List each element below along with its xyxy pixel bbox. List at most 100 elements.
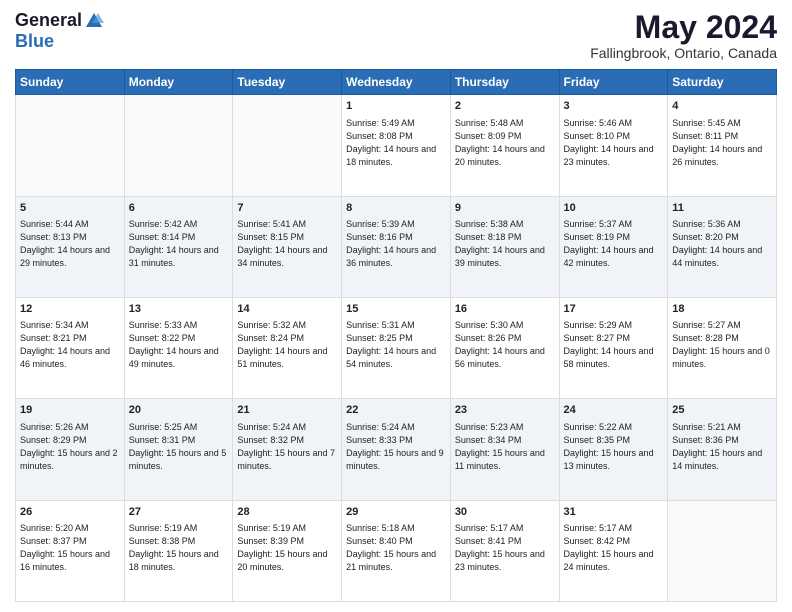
calendar-cell bbox=[668, 500, 777, 601]
calendar-day-header: Tuesday bbox=[233, 70, 342, 95]
cell-info: Sunrise: 5:34 AMSunset: 8:21 PMDaylight:… bbox=[20, 319, 120, 371]
calendar-cell: 11Sunrise: 5:36 AMSunset: 8:20 PMDayligh… bbox=[668, 196, 777, 297]
cell-info: Sunrise: 5:21 AMSunset: 8:36 PMDaylight:… bbox=[672, 421, 772, 473]
day-number: 6 bbox=[129, 201, 229, 216]
calendar-cell: 18 Sunrise: 5:27 AMSunset: 8:28 PMDayligh… bbox=[668, 297, 777, 398]
day-number: 27 bbox=[129, 505, 229, 520]
calendar-cell: 7 Sunrise: 5:41 AMSunset: 8:15 PMDaylight… bbox=[233, 196, 342, 297]
day-number: 24 bbox=[564, 403, 664, 418]
calendar-cell bbox=[124, 95, 233, 196]
day-number: 31 bbox=[564, 505, 664, 520]
cell-info: Sunrise: 5:23 AMSunset: 8:34 PMDaylight:… bbox=[455, 421, 555, 473]
calendar-cell: 15Sunrise: 5:31 AMSunset: 8:25 PMDayligh… bbox=[342, 297, 451, 398]
calendar-cell: 25 Sunrise: 5:21 AMSunset: 8:36 PMDayligh… bbox=[668, 399, 777, 500]
logo-icon bbox=[84, 11, 104, 31]
cell-info: Sunrise: 5:17 AMSunset: 8:41 PMDaylight:… bbox=[455, 522, 555, 574]
cell-info: Sunrise: 5:31 AMSunset: 8:25 PMDaylight:… bbox=[346, 319, 446, 371]
calendar-week-row: 12Sunrise: 5:34 AMSunset: 8:21 PMDayligh… bbox=[16, 297, 777, 398]
calendar-week-row: 5 Sunrise: 5:44 AMSunset: 8:13 PMDaylight… bbox=[16, 196, 777, 297]
calendar-cell: 30 Sunrise: 5:17 AMSunset: 8:41 PMDayligh… bbox=[450, 500, 559, 601]
calendar-day-header: Monday bbox=[124, 70, 233, 95]
cell-info: Sunrise: 5:42 AMSunset: 8:14 PMDaylight:… bbox=[129, 218, 229, 270]
cell-info: Sunrise: 5:39 AMSunset: 8:16 PMDaylight:… bbox=[346, 218, 446, 270]
day-number: 16 bbox=[455, 302, 555, 317]
cell-info: Sunrise: 5:17 AMSunset: 8:42 PMDaylight:… bbox=[564, 522, 664, 574]
cell-info: Sunrise: 5:19 AMSunset: 8:39 PMDaylight:… bbox=[237, 522, 337, 574]
calendar-cell: 31 Sunrise: 5:17 AMSunset: 8:42 PMDayligh… bbox=[559, 500, 668, 601]
day-number: 18 bbox=[672, 302, 772, 317]
calendar-cell: 22 Sunrise: 5:24 AMSunset: 8:33 PMDayligh… bbox=[342, 399, 451, 500]
calendar-week-row: 19Sunrise: 5:26 AMSunset: 8:29 PMDayligh… bbox=[16, 399, 777, 500]
cell-info: Sunrise: 5:44 AMSunset: 8:13 PMDaylight:… bbox=[20, 218, 120, 270]
cell-info: Sunrise: 5:49 AMSunset: 8:08 PMDaylight:… bbox=[346, 117, 446, 169]
day-number: 22 bbox=[346, 403, 446, 418]
day-number: 17 bbox=[564, 302, 664, 317]
calendar-cell: 29Sunrise: 5:18 AMSunset: 8:40 PMDayligh… bbox=[342, 500, 451, 601]
calendar-week-row: 1 Sunrise: 5:49 AMSunset: 8:08 PMDaylight… bbox=[16, 95, 777, 196]
logo-general: General bbox=[15, 10, 82, 31]
calendar-cell: 10 Sunrise: 5:37 AMSunset: 8:19 PMDayligh… bbox=[559, 196, 668, 297]
calendar-cell: 23 Sunrise: 5:23 AMSunset: 8:34 PMDayligh… bbox=[450, 399, 559, 500]
calendar-cell: 12Sunrise: 5:34 AMSunset: 8:21 PMDayligh… bbox=[16, 297, 125, 398]
calendar-header-row: SundayMondayTuesdayWednesdayThursdayFrid… bbox=[16, 70, 777, 95]
day-number: 10 bbox=[564, 201, 664, 216]
day-number: 5 bbox=[20, 201, 120, 216]
day-number: 8 bbox=[346, 201, 446, 216]
logo: General Blue bbox=[15, 10, 104, 52]
calendar-day-header: Friday bbox=[559, 70, 668, 95]
calendar-week-row: 26Sunrise: 5:20 AMSunset: 8:37 PMDayligh… bbox=[16, 500, 777, 601]
calendar-day-header: Sunday bbox=[16, 70, 125, 95]
calendar-cell bbox=[16, 95, 125, 196]
day-number: 23 bbox=[455, 403, 555, 418]
calendar-cell: 6 Sunrise: 5:42 AMSunset: 8:14 PMDaylight… bbox=[124, 196, 233, 297]
cell-info: Sunrise: 5:25 AMSunset: 8:31 PMDaylight:… bbox=[129, 421, 229, 473]
calendar-cell: 20Sunrise: 5:25 AMSunset: 8:31 PMDayligh… bbox=[124, 399, 233, 500]
day-number: 21 bbox=[237, 403, 337, 418]
day-number: 7 bbox=[237, 201, 337, 216]
cell-info: Sunrise: 5:41 AMSunset: 8:15 PMDaylight:… bbox=[237, 218, 337, 270]
cell-info: Sunrise: 5:32 AMSunset: 8:24 PMDaylight:… bbox=[237, 319, 337, 371]
cell-info: Sunrise: 5:30 AMSunset: 8:26 PMDaylight:… bbox=[455, 319, 555, 371]
calendar-cell: 1 Sunrise: 5:49 AMSunset: 8:08 PMDaylight… bbox=[342, 95, 451, 196]
day-number: 29 bbox=[346, 505, 446, 520]
day-number: 25 bbox=[672, 403, 772, 418]
cell-info: Sunrise: 5:24 AMSunset: 8:32 PMDaylight:… bbox=[237, 421, 337, 473]
calendar-cell: 17 Sunrise: 5:29 AMSunset: 8:27 PMDayligh… bbox=[559, 297, 668, 398]
calendar-cell: 16 Sunrise: 5:30 AMSunset: 8:26 PMDayligh… bbox=[450, 297, 559, 398]
title-section: May 2024 Fallingbrook, Ontario, Canada bbox=[590, 10, 777, 61]
day-number: 4 bbox=[672, 99, 772, 114]
cell-info: Sunrise: 5:45 AMSunset: 8:11 PMDaylight:… bbox=[672, 117, 772, 169]
day-number: 9 bbox=[455, 201, 555, 216]
calendar-cell bbox=[233, 95, 342, 196]
logo-blue: Blue bbox=[15, 31, 54, 52]
day-number: 19 bbox=[20, 403, 120, 418]
day-number: 1 bbox=[346, 99, 446, 114]
day-number: 3 bbox=[564, 99, 664, 114]
cell-info: Sunrise: 5:36 AMSunset: 8:20 PMDaylight:… bbox=[672, 218, 772, 270]
cell-info: Sunrise: 5:27 AMSunset: 8:28 PMDaylight:… bbox=[672, 319, 772, 371]
calendar-cell: 2Sunrise: 5:48 AMSunset: 8:09 PMDaylight… bbox=[450, 95, 559, 196]
page: General Blue May 2024 Fallingbrook, Onta… bbox=[0, 0, 792, 612]
calendar-cell: 19Sunrise: 5:26 AMSunset: 8:29 PMDayligh… bbox=[16, 399, 125, 500]
calendar: SundayMondayTuesdayWednesdayThursdayFrid… bbox=[15, 69, 777, 602]
day-number: 28 bbox=[237, 505, 337, 520]
calendar-cell: 4 Sunrise: 5:45 AMSunset: 8:11 PMDaylight… bbox=[668, 95, 777, 196]
day-number: 30 bbox=[455, 505, 555, 520]
location: Fallingbrook, Ontario, Canada bbox=[590, 45, 777, 61]
cell-info: Sunrise: 5:20 AMSunset: 8:37 PMDaylight:… bbox=[20, 522, 120, 574]
calendar-cell: 28 Sunrise: 5:19 AMSunset: 8:39 PMDayligh… bbox=[233, 500, 342, 601]
calendar-cell: 14 Sunrise: 5:32 AMSunset: 8:24 PMDayligh… bbox=[233, 297, 342, 398]
calendar-day-header: Thursday bbox=[450, 70, 559, 95]
cell-info: Sunrise: 5:37 AMSunset: 8:19 PMDaylight:… bbox=[564, 218, 664, 270]
cell-info: Sunrise: 5:29 AMSunset: 8:27 PMDaylight:… bbox=[564, 319, 664, 371]
cell-info: Sunrise: 5:22 AMSunset: 8:35 PMDaylight:… bbox=[564, 421, 664, 473]
calendar-cell: 3Sunrise: 5:46 AMSunset: 8:10 PMDaylight… bbox=[559, 95, 668, 196]
day-number: 14 bbox=[237, 302, 337, 317]
calendar-cell: 26Sunrise: 5:20 AMSunset: 8:37 PMDayligh… bbox=[16, 500, 125, 601]
header: General Blue May 2024 Fallingbrook, Onta… bbox=[15, 10, 777, 61]
cell-info: Sunrise: 5:33 AMSunset: 8:22 PMDaylight:… bbox=[129, 319, 229, 371]
calendar-cell: 13Sunrise: 5:33 AMSunset: 8:22 PMDayligh… bbox=[124, 297, 233, 398]
cell-info: Sunrise: 5:24 AMSunset: 8:33 PMDaylight:… bbox=[346, 421, 446, 473]
calendar-cell: 21 Sunrise: 5:24 AMSunset: 8:32 PMDayligh… bbox=[233, 399, 342, 500]
calendar-day-header: Wednesday bbox=[342, 70, 451, 95]
